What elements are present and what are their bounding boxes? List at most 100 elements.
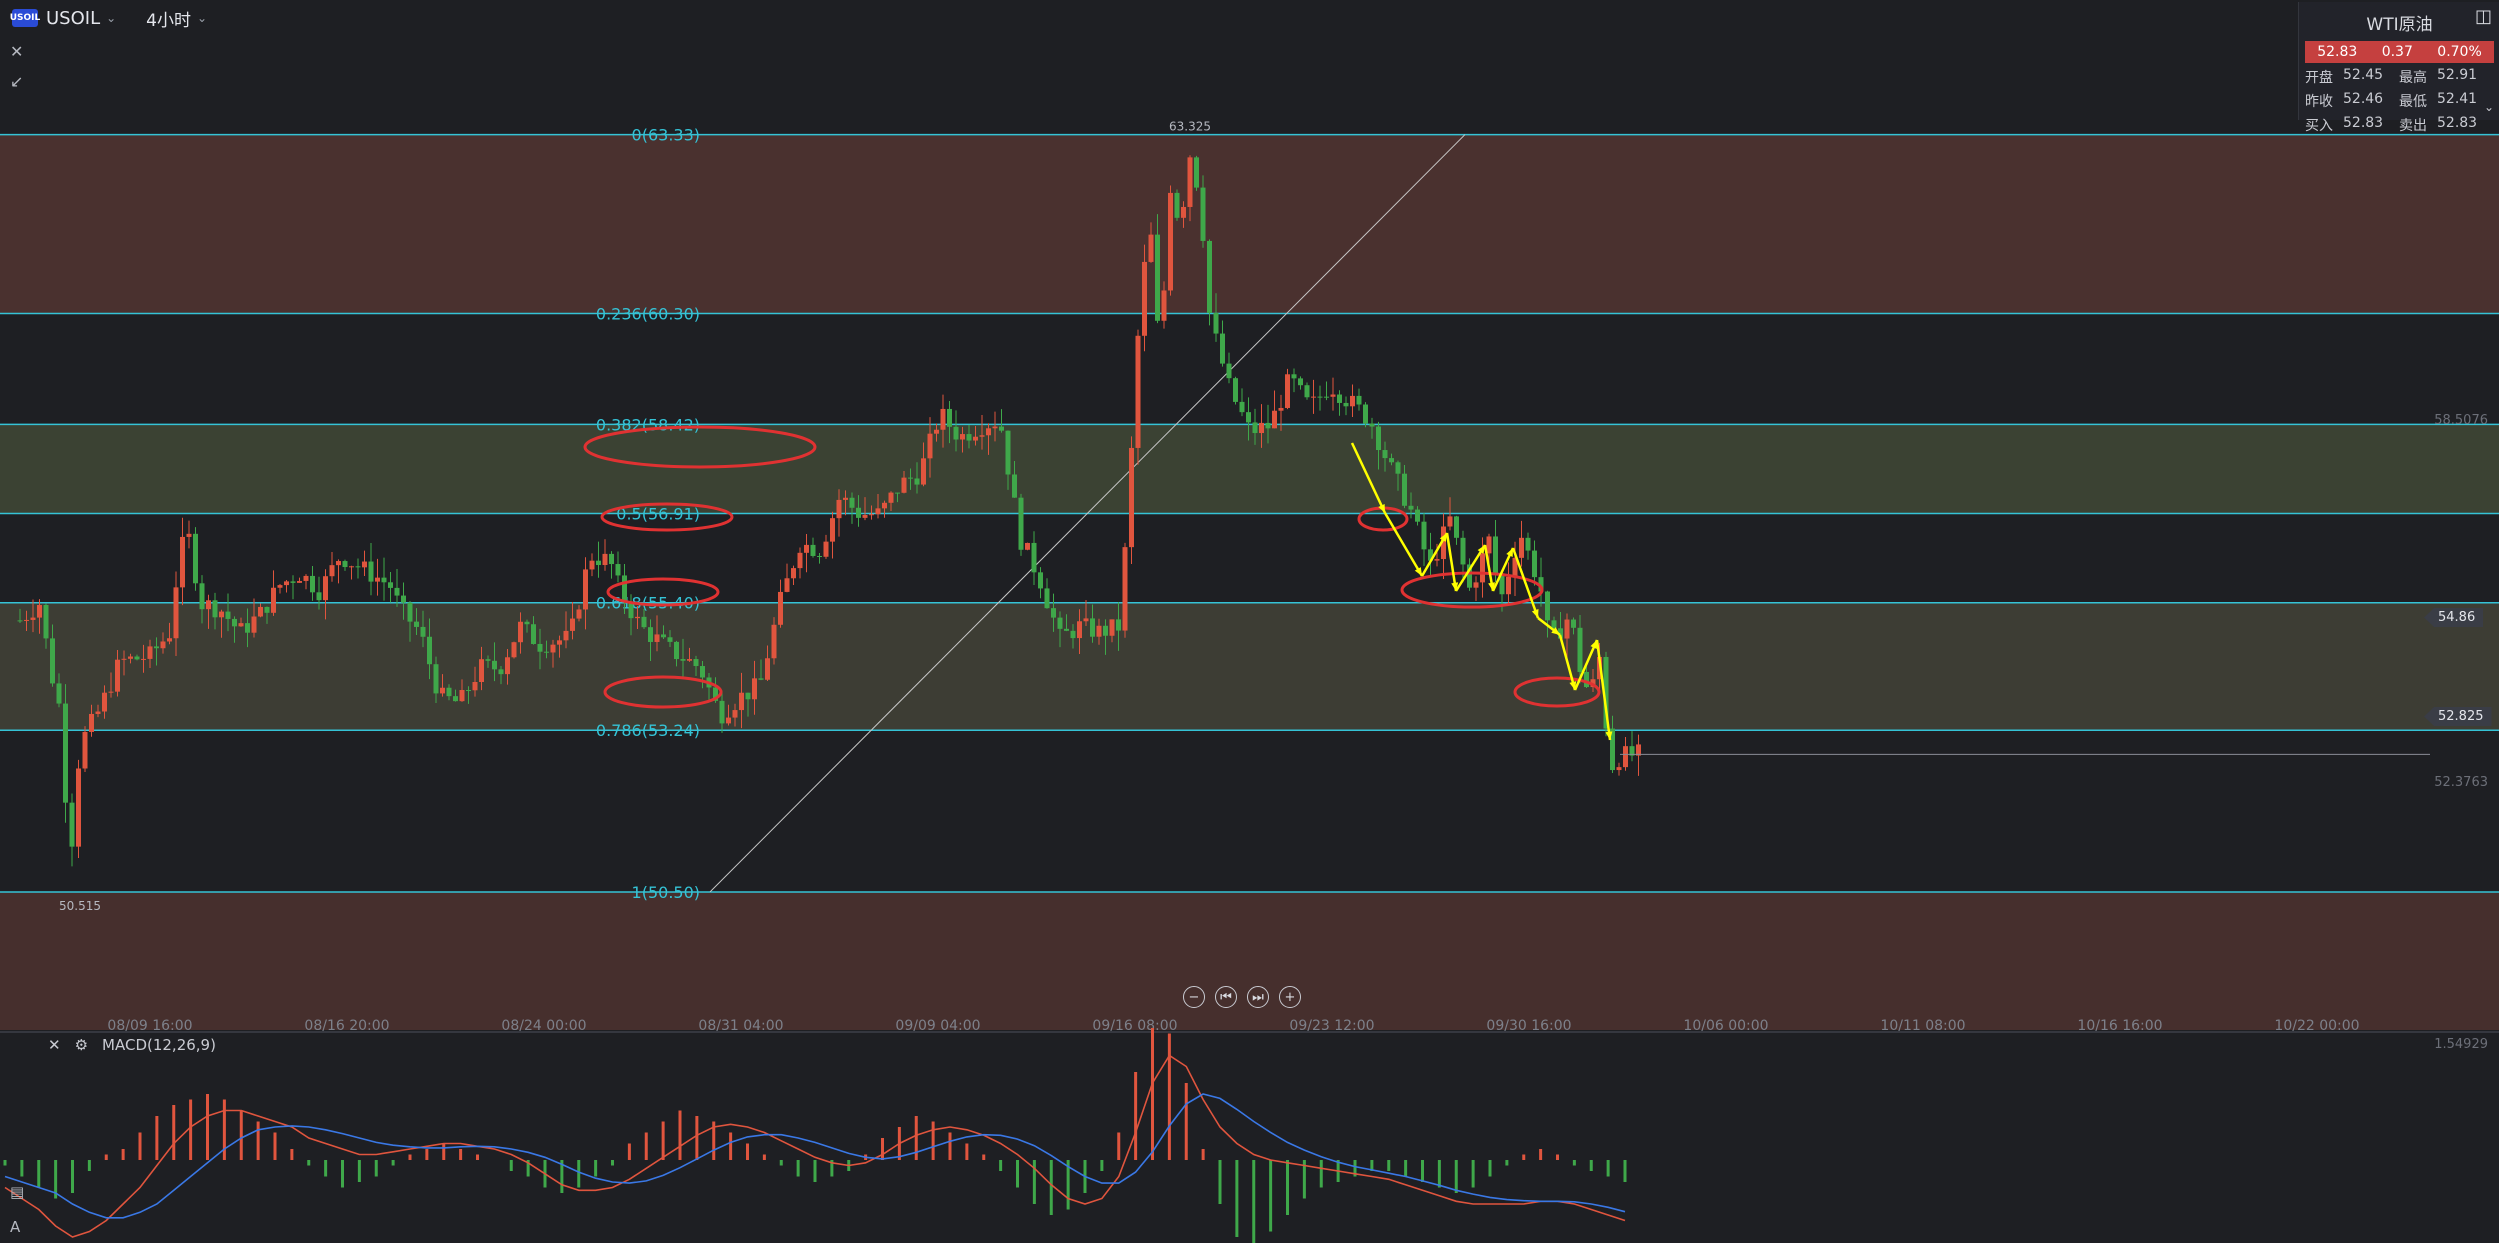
- price-chart[interactable]: 0(63.33)0.236(60.30)0.382(58.42)0.5(56.9…: [0, 0, 2499, 1243]
- candle-body: [1480, 553, 1485, 583]
- scroll-start-icon[interactable]: ⏮: [1215, 986, 1237, 1008]
- candle-body: [336, 561, 341, 566]
- candle-body: [1226, 363, 1232, 379]
- candle-body: [1473, 582, 1479, 588]
- candle-body: [264, 606, 270, 613]
- candle-body: [381, 577, 387, 583]
- candle-body: [167, 638, 172, 642]
- candle-body: [433, 664, 439, 694]
- quote-panel: ◫ WTI原油 52.83 0.37 0.70% 开盘 52.45 最高 52.91…: [2298, 2, 2499, 134]
- candle-body: [329, 565, 335, 577]
- panel-layout-icon[interactable]: ◫: [2475, 6, 2492, 27]
- candle-body: [589, 560, 595, 570]
- candle-body: [882, 502, 887, 509]
- candle-body: [1460, 537, 1466, 565]
- candle-body: [1129, 447, 1134, 548]
- quote-label: 最低: [2399, 94, 2427, 110]
- candle-body: [1389, 458, 1394, 463]
- candle-body: [1181, 206, 1186, 218]
- candle-body: [719, 700, 725, 724]
- candle-body: [947, 408, 952, 427]
- candle-body: [1012, 474, 1017, 498]
- candle-body: [76, 768, 81, 847]
- candle-body: [862, 514, 868, 518]
- low-label: 50.515: [59, 899, 101, 913]
- candle-body: [180, 536, 185, 588]
- candle-body: [992, 426, 998, 429]
- close-icon[interactable]: ✕: [10, 42, 23, 61]
- candle-body: [355, 566, 361, 568]
- candle-body: [1031, 542, 1037, 573]
- candle-body: [186, 533, 192, 537]
- candle-body: [1434, 559, 1440, 561]
- text-tool-icon[interactable]: Α: [10, 1218, 20, 1236]
- candle-body: [791, 568, 796, 579]
- candle-body: [986, 428, 991, 436]
- candle-body: [570, 618, 575, 631]
- macd-axis-label: 1.54929: [2434, 1037, 2488, 1052]
- annotation-arrow: [1445, 532, 1458, 592]
- quote-label: 开盘: [2305, 70, 2333, 86]
- candle-body: [1103, 625, 1108, 636]
- price-tag-last: 52.825: [2424, 707, 2492, 726]
- candle-body: [290, 581, 296, 583]
- quote-label: 最高: [2399, 70, 2427, 86]
- symbol-selector[interactable]: USOIL: [46, 8, 100, 29]
- candle-body: [895, 492, 900, 494]
- candle-body: [654, 634, 660, 642]
- candle-body: [1330, 394, 1336, 397]
- annotation-arrow: [1383, 512, 1424, 577]
- candle-body: [414, 621, 419, 627]
- candle-body: [843, 497, 848, 500]
- candle-body: [212, 600, 218, 618]
- candle-body: [1239, 401, 1245, 413]
- candle-body: [206, 600, 211, 610]
- candle-body: [82, 731, 88, 769]
- candle-body: [1382, 450, 1388, 459]
- chevron-down-icon[interactable]: ⌄: [106, 11, 116, 25]
- candle-body: [1402, 473, 1407, 506]
- settings-icon[interactable]: ⚙: [75, 1036, 88, 1054]
- candle-body: [745, 692, 751, 700]
- zoom-out-icon[interactable]: −: [1183, 986, 1205, 1008]
- candle-body: [674, 641, 679, 660]
- quote-row: 买入 52.83 卖出 52.83: [2305, 115, 2499, 135]
- quote-row: 开盘 52.45 最高 52.91: [2305, 67, 2499, 87]
- candle-body: [648, 627, 653, 642]
- quote-title: WTI原油: [2366, 15, 2433, 35]
- fib-level-label: 0.382(58.42): [596, 415, 700, 434]
- fib-level-label: 0.236(60.30): [596, 304, 700, 323]
- fib-level-label: 0.786(53.24): [596, 721, 700, 740]
- candle-body: [1493, 536, 1498, 574]
- candle-body: [147, 646, 153, 659]
- candle-body: [1571, 619, 1576, 628]
- chevron-down-icon[interactable]: ⌄: [2484, 100, 2494, 114]
- candle-body: [687, 659, 692, 661]
- candle-body: [1408, 505, 1414, 510]
- zoom-in-icon[interactable]: +: [1279, 986, 1301, 1008]
- indicator-icon[interactable]: ▤: [10, 1183, 24, 1201]
- close-icon[interactable]: ✕: [48, 1036, 61, 1054]
- chevron-down-icon[interactable]: ⌄: [197, 11, 207, 25]
- candle-body: [778, 591, 783, 625]
- candle-body: [739, 692, 744, 711]
- candle-body: [160, 641, 166, 649]
- price-change: 0.37: [2381, 44, 2413, 60]
- candle-body: [914, 478, 920, 485]
- candle-body: [927, 433, 933, 459]
- price-tag-current: 54.86: [2424, 608, 2484, 627]
- interval-selector[interactable]: 4小时: [146, 6, 191, 31]
- compress-icon[interactable]: ↙: [10, 72, 23, 91]
- candle-body: [1304, 385, 1310, 398]
- candle-body: [1025, 542, 1030, 550]
- scroll-end-icon[interactable]: ⏭: [1247, 986, 1269, 1008]
- candle-body: [1278, 407, 1284, 411]
- candle-body: [609, 553, 614, 565]
- candle-body: [1324, 396, 1329, 398]
- quote-label: 买入: [2305, 118, 2333, 134]
- candle-body: [1285, 374, 1290, 408]
- candle-body: [1545, 591, 1550, 621]
- quote-price-bar: 52.83 0.37 0.70%: [2305, 41, 2494, 63]
- candle-body: [1363, 404, 1368, 424]
- candle-body: [453, 696, 458, 702]
